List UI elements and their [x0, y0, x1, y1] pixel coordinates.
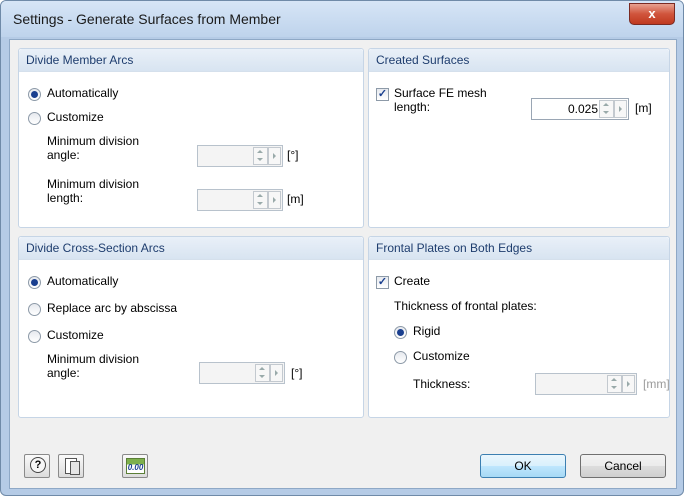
thickness-input[interactable] [535, 373, 637, 395]
cs-arcs-replace-radio[interactable] [28, 303, 41, 316]
mesh-length-label-line2: length: [394, 100, 431, 114]
step-arrow-icon[interactable] [270, 364, 283, 382]
mesh-length-unit: [m] [635, 101, 652, 115]
thickness-label: Thickness: [413, 377, 471, 391]
help-icon: ? [30, 457, 46, 473]
thickness-heading: Thickness of frontal plates: [394, 299, 537, 313]
title-bar: Settings - Generate Surfaces from Member… [1, 1, 683, 37]
spin-arrows-icon[interactable] [253, 147, 268, 165]
thickness-unit: [mm] [643, 377, 670, 391]
close-button[interactable]: x [629, 3, 675, 25]
create-plates-label: Create [394, 274, 431, 288]
ok-button[interactable]: OK [480, 454, 566, 478]
spin-arrows-icon[interactable] [255, 364, 270, 382]
panel-header: Frontal Plates on Both Edges [369, 237, 669, 260]
spin-arrows-icon[interactable] [253, 191, 268, 209]
settings-dialog: Settings - Generate Surfaces from Member… [0, 0, 684, 496]
frontal-plates-panel: Frontal Plates on Both Edges ✓ Create Th… [368, 236, 670, 418]
cancel-button[interactable]: Cancel [580, 454, 666, 478]
member-min-angle-input[interactable] [197, 145, 283, 167]
divide-cross-section-arcs-panel: Divide Cross-Section Arcs Automatically … [18, 236, 364, 418]
plates-customize-radio[interactable] [394, 351, 407, 364]
rigid-radio[interactable] [394, 326, 407, 339]
step-arrow-icon[interactable] [614, 100, 627, 118]
plates-customize-label: Customize [413, 349, 470, 363]
cs-min-angle-label-line2: angle: [47, 366, 80, 380]
min-length-label-line2: length: [47, 191, 84, 205]
min-length-label-line1: Minimum division [47, 177, 140, 191]
cs-arcs-auto-label: Automatically [47, 274, 119, 288]
panel-header: Divide Cross-Section Arcs [19, 237, 363, 260]
cs-arcs-replace-label: Replace arc by abscissa [47, 301, 178, 315]
copy-settings-button[interactable] [58, 454, 84, 478]
mesh-length-checkbox[interactable]: ✓ [376, 88, 389, 101]
cs-min-angle-unit: [°] [291, 366, 303, 380]
help-button[interactable]: ? [24, 454, 50, 478]
member-arcs-customize-radio[interactable] [28, 112, 41, 125]
min-angle-label-line2: angle: [47, 148, 80, 162]
min-angle-unit: [°] [287, 148, 299, 162]
create-plates-checkbox[interactable]: ✓ [376, 276, 389, 289]
window-title: Settings - Generate Surfaces from Member [13, 11, 281, 27]
decimal-places-icon: 0.00 [126, 458, 145, 474]
panel-header: Created Surfaces [369, 49, 669, 72]
mesh-length-label-line1: Surface FE mesh [394, 86, 487, 100]
member-arcs-auto-radio[interactable] [28, 88, 41, 101]
spin-arrows-icon[interactable] [599, 100, 614, 118]
spin-arrows-icon[interactable] [607, 375, 622, 393]
mesh-length-input[interactable]: 0.025 [531, 98, 629, 120]
rigid-label: Rigid [413, 324, 441, 338]
step-arrow-icon[interactable] [268, 147, 281, 165]
member-arcs-customize-label: Customize [47, 110, 104, 124]
member-min-length-input[interactable] [197, 189, 283, 211]
member-arcs-auto-label: Automatically [47, 86, 119, 100]
step-arrow-icon[interactable] [622, 375, 635, 393]
min-angle-label-line1: Minimum division [47, 134, 140, 148]
created-surfaces-panel: Created Surfaces ✓ Surface FE mesh lengt… [368, 48, 670, 228]
min-length-unit: [m] [287, 192, 304, 206]
panel-header: Divide Member Arcs [19, 49, 363, 72]
cs-arcs-auto-radio[interactable] [28, 276, 41, 289]
cs-arcs-customize-radio[interactable] [28, 330, 41, 343]
cs-min-angle-input[interactable] [199, 362, 285, 384]
cs-min-angle-label-line1: Minimum division [47, 352, 140, 366]
dialog-body: Divide Member Arcs Automatically Customi… [9, 39, 677, 489]
document-icon [70, 461, 80, 475]
decimal-places-button[interactable]: 0.00 [122, 454, 148, 478]
divide-member-arcs-panel: Divide Member Arcs Automatically Customi… [18, 48, 364, 228]
cs-arcs-customize-label: Customize [47, 328, 104, 342]
mesh-length-value: 0.025 [567, 102, 598, 116]
step-arrow-icon[interactable] [268, 191, 281, 209]
